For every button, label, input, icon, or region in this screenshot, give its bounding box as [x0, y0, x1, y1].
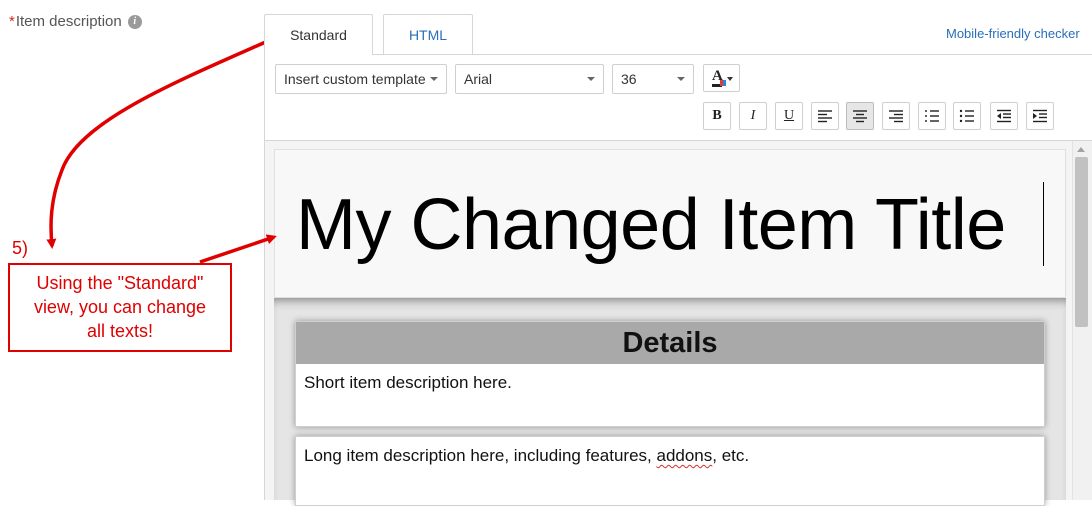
mobile-friendly-checker-link[interactable]: Mobile-friendly checker — [946, 26, 1080, 41]
insert-template-dropdown[interactable]: Insert custom template — [275, 64, 447, 94]
field-label: * Item description i — [9, 13, 142, 30]
font-color-button[interactable]: A — [703, 64, 740, 92]
align-left-button[interactable] — [811, 102, 839, 130]
underline-button[interactable]: U — [775, 102, 803, 130]
text-cursor — [1043, 182, 1044, 266]
info-icon[interactable]: i — [127, 14, 142, 29]
bullet-list-button[interactable] — [953, 102, 981, 130]
outdent-icon — [997, 109, 1011, 123]
align-center-icon — [853, 110, 867, 123]
outdent-button[interactable] — [990, 102, 1018, 130]
callout-line: view, you can change — [33, 297, 207, 317]
indent-icon — [1033, 109, 1047, 123]
step-number: 5) — [12, 238, 29, 258]
font-family-value: Arial — [464, 71, 493, 87]
numbered-list-button[interactable] — [918, 102, 946, 130]
indent-button[interactable] — [1026, 102, 1054, 130]
misspelled-word: addons — [656, 446, 713, 465]
align-center-button[interactable] — [846, 102, 874, 130]
bullet-list-icon — [959, 109, 974, 123]
callout-line: all texts! — [86, 321, 154, 341]
font-family-dropdown[interactable]: Arial — [455, 64, 604, 94]
numbered-list-icon — [925, 110, 939, 122]
details-header[interactable]: Details — [296, 322, 1044, 364]
font-size-value: 36 — [621, 71, 637, 87]
chevron-down-icon — [677, 77, 685, 81]
callout-line: Using the "Standard" — [36, 273, 204, 293]
item-title[interactable]: My Changed Item Title — [296, 183, 1006, 267]
chevron-down-icon — [587, 77, 595, 81]
tab-standard[interactable]: Standard — [264, 14, 373, 55]
align-right-button[interactable] — [882, 102, 910, 130]
italic-button[interactable]: I — [739, 102, 767, 130]
arrow-to-title — [199, 234, 277, 264]
bold-button[interactable]: B — [703, 102, 731, 130]
underline-icon: U — [783, 108, 795, 123]
callout-box: Using the "Standard" view, you can chang… — [8, 263, 232, 352]
arrow-to-standard-tab — [46, 35, 278, 249]
short-description[interactable]: Short item description here. — [304, 373, 512, 393]
required-marker: * — [9, 13, 15, 30]
long-description[interactable]: Long item description here, including fe… — [304, 446, 749, 466]
scroll-up-icon[interactable] — [1077, 147, 1085, 152]
long-description-text: Long item description here, including fe… — [304, 446, 657, 465]
chevron-down-icon — [430, 77, 438, 81]
italic-icon: I — [750, 108, 756, 123]
align-left-icon — [818, 110, 832, 123]
tab-html[interactable]: HTML — [383, 14, 473, 54]
bold-icon: B — [712, 108, 722, 123]
align-right-icon — [889, 110, 903, 123]
long-description-tail: , etc. — [712, 446, 750, 465]
scrollbar-thumb[interactable] — [1075, 157, 1088, 327]
font-size-dropdown[interactable]: 36 — [612, 64, 694, 94]
field-label-text: Item description — [15, 13, 122, 30]
insert-template-value: Insert custom template — [284, 71, 426, 87]
chevron-down-icon — [727, 77, 733, 81]
